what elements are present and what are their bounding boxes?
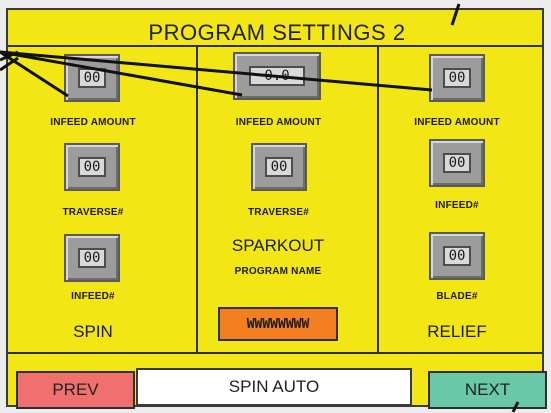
callout-line-top [450, 3, 461, 26]
callout-line-sparkout [0, 50, 243, 97]
callout-line-relief [0, 50, 433, 92]
callout-lines [0, 3, 520, 413]
callout-line-bottom [511, 401, 520, 413]
